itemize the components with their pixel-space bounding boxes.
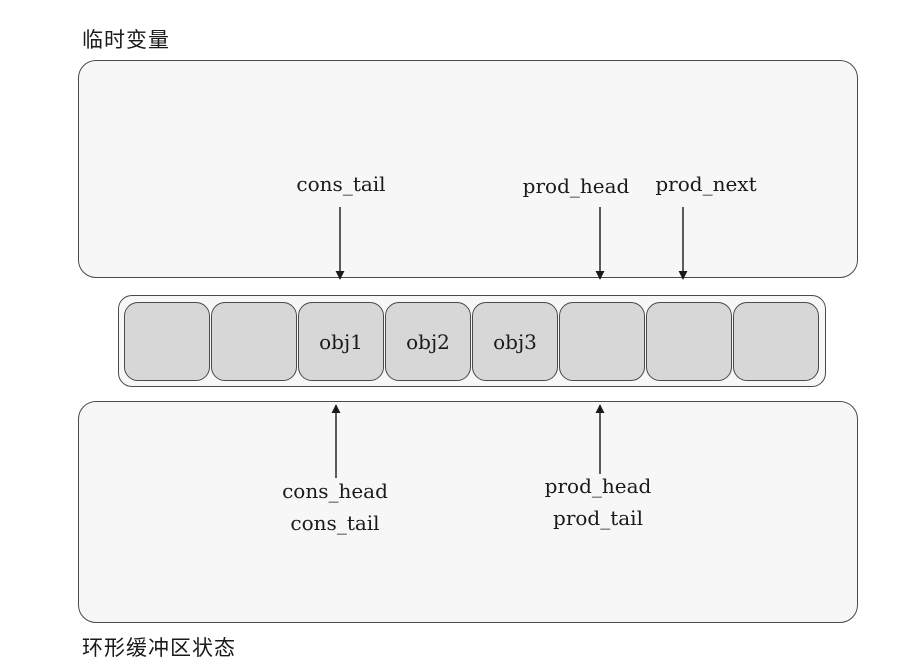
ring-slot-3: obj2 [385,302,471,381]
ring-slot-7 [733,302,819,381]
state-prod-tail-label: prod_tail [553,506,643,530]
ring-slot-0 [124,302,210,381]
ring-slot-1 [211,302,297,381]
ring-slot-5 [559,302,645,381]
temp-cons-tail-label: cons_tail [296,172,386,196]
state-cons-tail-label: cons_tail [290,511,380,535]
state-prod-head-label: prod_head [544,474,652,498]
state-cons-head-label: cons_head [282,479,388,503]
ring-slot-4: obj3 [472,302,558,381]
ring-slot-2: obj1 [298,302,384,381]
temp-prod-next-label: prod_next [655,172,757,196]
ring-buffer-state-panel [78,401,858,623]
temp-variables-title: 临时变量 [82,28,170,52]
temp-prod-head-label: prod_head [522,174,630,198]
ring-slot-6 [646,302,732,381]
ring-buffer-state-title: 环形缓冲区状态 [82,636,236,660]
